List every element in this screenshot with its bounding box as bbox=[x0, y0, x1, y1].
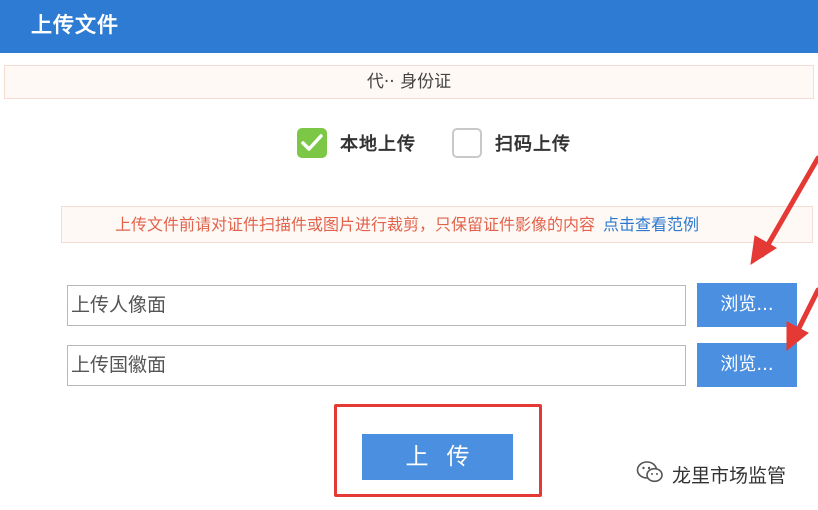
watermark: 龙里市场监管 bbox=[636, 460, 786, 489]
checkbox-checked-icon[interactable] bbox=[297, 128, 327, 158]
view-example-link[interactable]: 点击查看范例 bbox=[603, 215, 699, 234]
checkbox-unchecked-icon[interactable] bbox=[452, 128, 482, 158]
notice-text: 上传文件前请对证件扫描件或图片进行裁剪，只保留证件影像的内容 bbox=[115, 215, 596, 234]
scan-upload-label: 扫码上传 bbox=[495, 134, 571, 155]
watermark-text: 龙里市场监管 bbox=[672, 465, 787, 487]
scan-upload-option[interactable]: 扫码上传 bbox=[452, 126, 571, 160]
upload-notice: 上传文件前请对证件扫描件或图片进行裁剪，只保留证件影像的内容 点击查看范例 bbox=[61, 206, 813, 243]
page-title: 上传文件 bbox=[31, 13, 119, 37]
local-upload-label: 本地上传 bbox=[340, 134, 416, 155]
document-type-label: 代·· 身份证 bbox=[4, 65, 814, 99]
wechat-icon bbox=[636, 460, 664, 489]
back-file-field[interactable]: 上传国徽面 bbox=[67, 345, 686, 386]
header-bar: 上传文件 bbox=[0, 0, 818, 53]
browse-front-button[interactable]: 浏览... bbox=[697, 283, 797, 327]
upload-button[interactable]: 上传 bbox=[362, 434, 513, 480]
local-upload-option[interactable]: 本地上传 bbox=[297, 126, 416, 160]
front-file-field[interactable]: 上传人像面 bbox=[67, 285, 686, 326]
browse-back-button[interactable]: 浏览... bbox=[697, 343, 797, 387]
